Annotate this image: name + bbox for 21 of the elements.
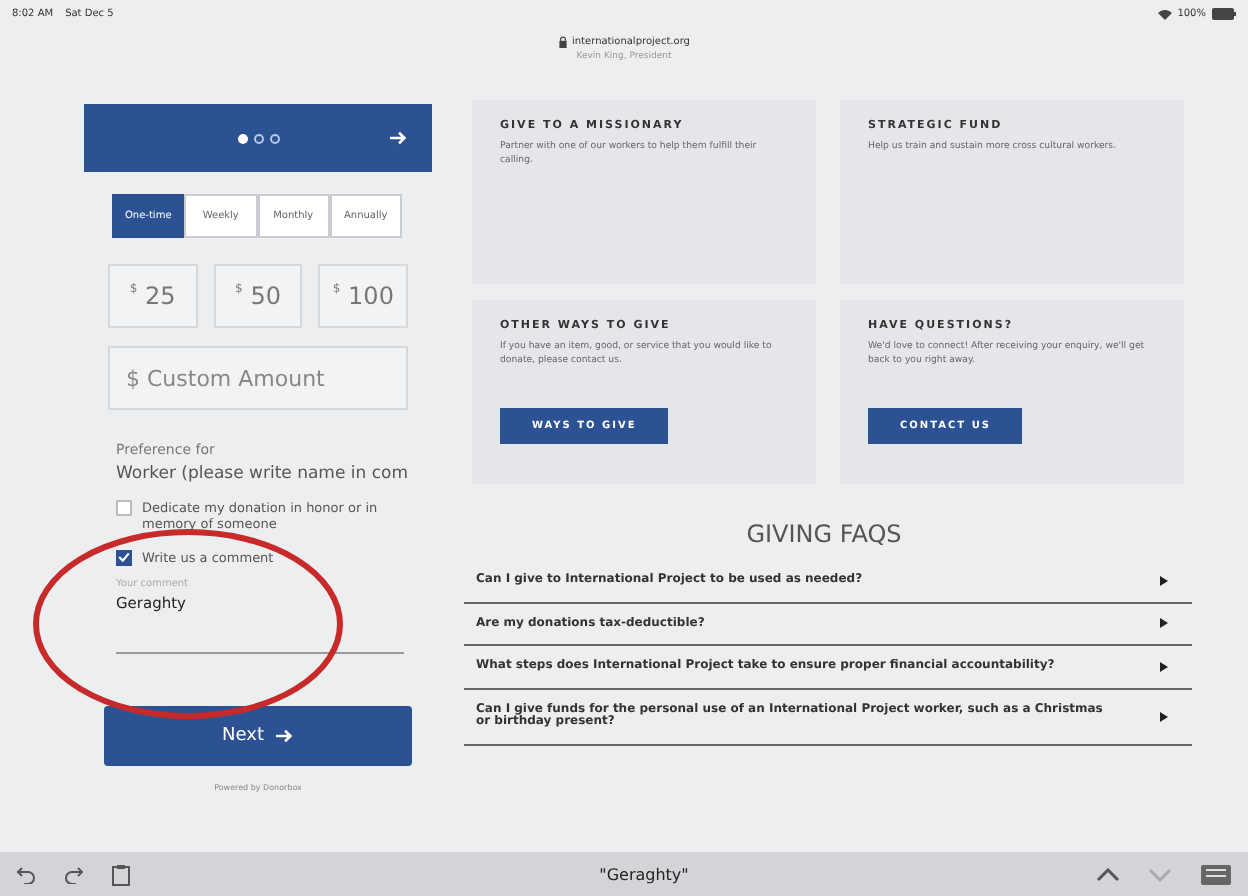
preference-field[interactable]: Worker (please write name in com [116, 464, 432, 484]
wifi-icon [1157, 9, 1172, 19]
keyboard-suggestion[interactable]: "Geraghty" [599, 865, 689, 883]
caret-icon [1160, 618, 1168, 629]
next-button[interactable]: Next [104, 706, 412, 767]
redo-icon[interactable] [64, 865, 84, 883]
battery-icon [1211, 8, 1236, 20]
arrow-right-icon [275, 728, 294, 745]
caret-icon [1160, 575, 1168, 586]
custom-amount-field[interactable]: $ Custom Amount [108, 346, 408, 410]
checkbox[interactable] [116, 500, 132, 516]
checkbox[interactable] [116, 549, 132, 566]
keyboard-icon[interactable] [1199, 863, 1232, 885]
faq-heading: GIVING FAQS [744, 520, 904, 548]
arrow-right-icon[interactable] [390, 130, 408, 146]
chevron-up-icon[interactable] [1095, 867, 1120, 881]
caret-icon [1160, 711, 1168, 722]
clipboard-icon[interactable] [112, 863, 130, 885]
caret-icon [1160, 661, 1168, 672]
lock-icon [558, 36, 568, 48]
undo-icon[interactable] [16, 865, 36, 883]
